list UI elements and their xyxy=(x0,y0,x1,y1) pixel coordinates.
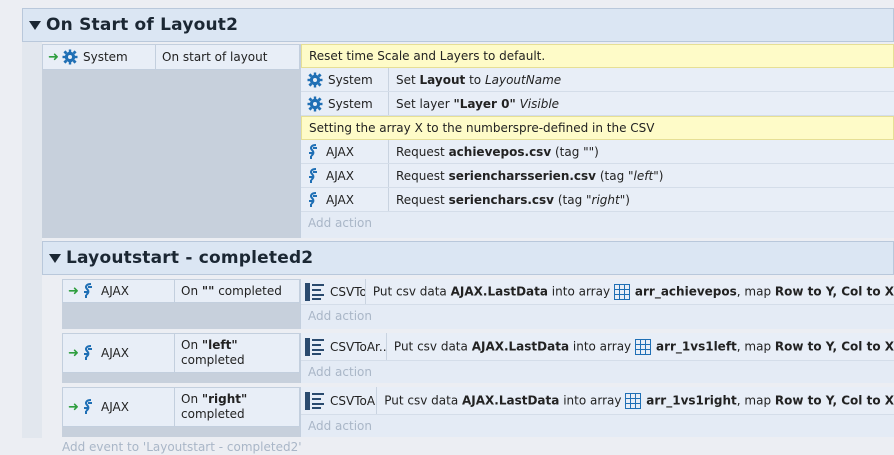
ajax-icon xyxy=(82,345,96,361)
group-header-layoutstart-completed2[interactable]: Layoutstart - completed2 xyxy=(42,241,894,275)
trigger-arrow-icon: ➜ xyxy=(68,399,79,415)
ajax-icon xyxy=(307,191,321,208)
ajax-icon xyxy=(307,167,321,184)
ajax-icon xyxy=(82,399,96,415)
condition-object: ➜ AJAX xyxy=(63,334,175,372)
condition-row[interactable]: ➜ System On start of layout xyxy=(42,44,300,70)
add-action-link[interactable]: Add action xyxy=(301,415,894,437)
add-action-link[interactable]: Add action xyxy=(301,361,894,383)
group-indent-bar xyxy=(22,42,42,238)
array-grid-icon xyxy=(634,338,651,355)
condition-row[interactable]: ➜ AJAX On "left" completed xyxy=(62,333,300,373)
comment-row[interactable]: Setting the array X to the numberspre-de… xyxy=(301,116,894,140)
ajax-icon xyxy=(82,283,96,299)
condition-text: On "left" completed xyxy=(181,338,245,367)
condition-object: ➜ System xyxy=(43,45,156,69)
array-grid-icon xyxy=(613,283,630,300)
array-grid-icon xyxy=(625,392,642,409)
condition-object-name: AJAX xyxy=(101,284,129,298)
gear-icon xyxy=(307,72,323,88)
condition-text: On "right" completed xyxy=(181,392,248,421)
condition-text: On start of layout xyxy=(162,49,268,64)
action-text: Set layer "Layer 0" Visible xyxy=(396,96,560,111)
action-row[interactable]: AJAX Request serienchars.csv (tag "right… xyxy=(301,188,894,212)
action-object: CSVToAr... xyxy=(301,279,366,304)
action-text: Request achievepos.csv (tag "") xyxy=(396,144,599,159)
action-row[interactable]: AJAX Request serienchars​serien.csv (tag… xyxy=(301,164,894,188)
action-object: AJAX xyxy=(301,188,389,211)
action-object: AJAX xyxy=(301,140,389,163)
group-title: Layoutstart - completed2 xyxy=(66,248,314,268)
action-object-name: CSVToAr... xyxy=(330,393,376,408)
add-action-link[interactable]: Add action xyxy=(301,212,894,234)
action-object-name: AJAX xyxy=(326,144,354,159)
action-text: Put csv data AJAX.LastData into array ar… xyxy=(372,283,894,300)
action-object-name: CSVToAr... xyxy=(330,284,366,299)
action-row[interactable]: AJAX Request achievepos.csv (tag "") xyxy=(301,140,894,164)
condition-object-name: System xyxy=(83,50,128,64)
gear-icon xyxy=(307,96,323,112)
trigger-arrow-icon: ➜ xyxy=(68,345,79,361)
actions-area: CSVToAr... Put csv data AJAX.LastData in… xyxy=(300,333,894,383)
collapse-triangle-icon[interactable] xyxy=(29,20,41,30)
action-text: Request serienchars​serien.csv (tag "lef… xyxy=(396,168,664,183)
action-text: Put csv data AJAX.LastData into array ar… xyxy=(384,392,894,409)
action-text: Set Layout to LayoutName xyxy=(396,72,562,87)
gear-icon xyxy=(62,49,78,65)
trigger-arrow-icon: ➜ xyxy=(48,49,59,65)
comment-text: Reset time Scale and Layers to default. xyxy=(309,49,546,63)
action-text: Put csv data AJAX.LastData into array ar… xyxy=(393,338,894,355)
action-object: CSVToAr... xyxy=(301,387,378,414)
action-text: Request serienchars.csv (tag "right") xyxy=(396,192,630,207)
action-row[interactable]: CSVToAr... Put csv data AJAX.LastData in… xyxy=(301,333,894,361)
csv-list-icon xyxy=(305,282,325,301)
csv-list-icon xyxy=(305,391,325,410)
condition-object: ➜ AJAX xyxy=(63,388,175,426)
action-object-name: AJAX xyxy=(326,192,354,207)
action-object: System xyxy=(301,92,389,115)
trigger-arrow-icon: ➜ xyxy=(68,283,79,299)
event-condition-area xyxy=(42,44,300,238)
condition-object-name: AJAX xyxy=(101,400,129,414)
condition-object-name: AJAX xyxy=(101,346,129,360)
collapse-triangle-icon[interactable] xyxy=(49,253,61,263)
group2-indent-bar xyxy=(22,238,42,438)
action-row[interactable]: CSVToAr... Put csv data AJAX.LastData in… xyxy=(301,387,894,415)
action-object-name: System xyxy=(328,96,373,111)
comment-text: Setting the array X to the numberspre-de… xyxy=(309,121,655,135)
group-title: On Start of Layout2 xyxy=(46,15,239,35)
add-action-link[interactable]: Add action xyxy=(301,305,894,327)
actions-area: CSVToAr... Put csv data AJAX.LastData in… xyxy=(300,279,894,329)
condition-row[interactable]: ➜ AJAX On "right" completed xyxy=(62,387,300,427)
action-object: AJAX xyxy=(301,164,389,187)
condition-row[interactable]: ➜ AJAX On "" completed xyxy=(62,279,300,303)
ajax-icon xyxy=(307,143,321,160)
group-header-on-start-of-layout2[interactable]: On Start of Layout2 xyxy=(22,8,894,42)
condition-text: On "" completed xyxy=(181,283,282,298)
action-row[interactable]: System Set layer "Layer 0" Visible xyxy=(301,92,894,116)
action-object: System xyxy=(301,68,389,91)
actions-area: CSVToAr... Put csv data AJAX.LastData in… xyxy=(300,387,894,437)
action-object-name: CSVToAr... xyxy=(330,339,387,354)
csv-list-icon xyxy=(305,337,325,356)
action-row[interactable]: CSVToAr... Put csv data AJAX.LastData in… xyxy=(301,279,894,305)
action-object: CSVToAr... xyxy=(301,333,387,360)
comment-row[interactable]: Reset time Scale and Layers to default. xyxy=(301,44,894,68)
action-object-name: System xyxy=(328,72,373,87)
condition-object: ➜ AJAX xyxy=(63,280,175,302)
action-row[interactable]: System Set Layout to LayoutName xyxy=(301,68,894,92)
add-event-link[interactable]: Add event to 'Layoutstart - completed2' xyxy=(62,440,302,454)
action-object-name: AJAX xyxy=(326,168,354,183)
actions-area: Reset time Scale and Layers to default. … xyxy=(300,44,894,238)
